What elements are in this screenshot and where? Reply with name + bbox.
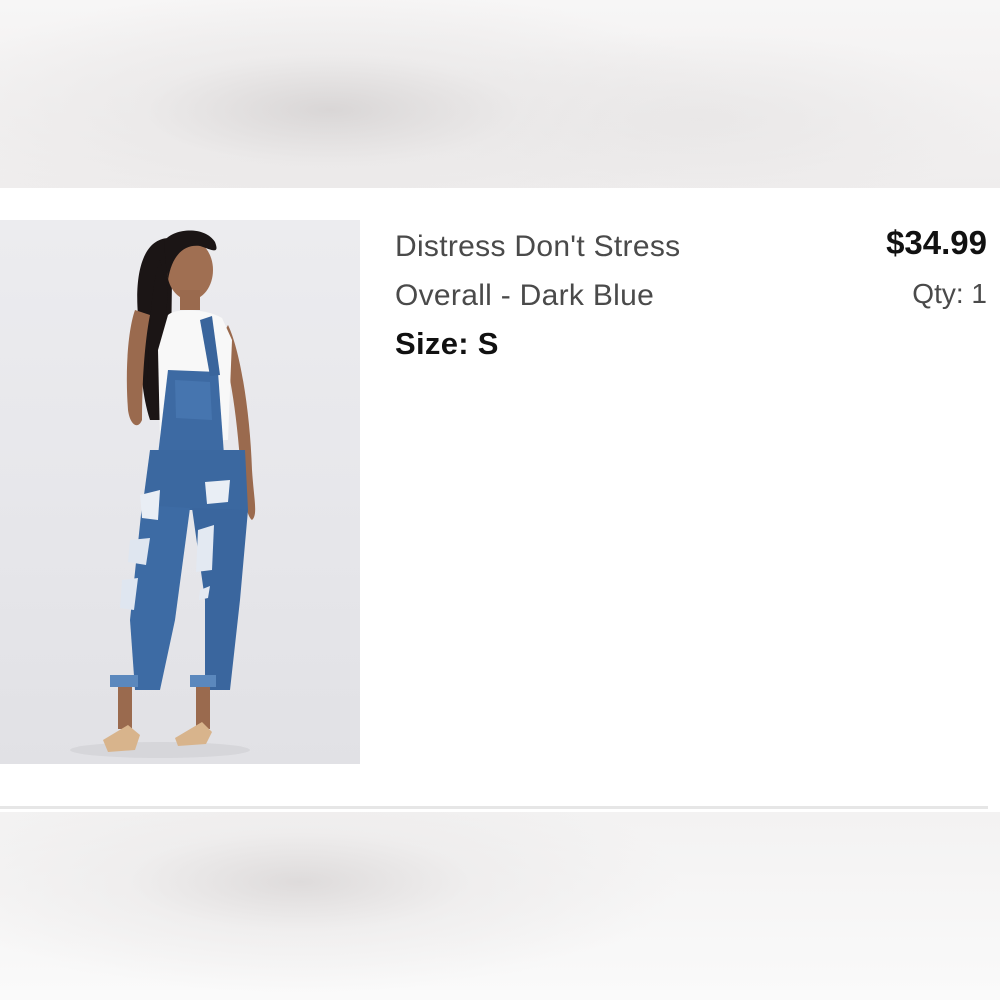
qty-label: Qty: <box>912 278 964 309</box>
product-title[interactable]: Distress Don't Stress Overall - Dark Blu… <box>395 222 755 320</box>
blurred-background-top <box>0 0 1000 188</box>
product-title-line2: Overall - Dark Blue <box>395 279 655 312</box>
quantity: Qty: 1 <box>912 278 987 310</box>
divider <box>0 806 988 809</box>
product-title-line1: Distress Don't Stress <box>395 230 681 263</box>
size-label: Size: <box>395 326 469 361</box>
size-value: S <box>477 326 499 361</box>
product-image[interactable] <box>0 220 360 764</box>
screenshot-page: Distress Don't Stress Overall - Dark Blu… <box>0 0 1000 1000</box>
qty-value: 1 <box>971 278 987 309</box>
cart-item-card: Distress Don't Stress Overall - Dark Blu… <box>0 188 1000 812</box>
blurred-background-bottom <box>0 812 1000 1000</box>
size-row: Size: S <box>395 326 499 362</box>
price: $34.99 <box>886 224 987 261</box>
product-photo-illustration <box>70 230 256 758</box>
